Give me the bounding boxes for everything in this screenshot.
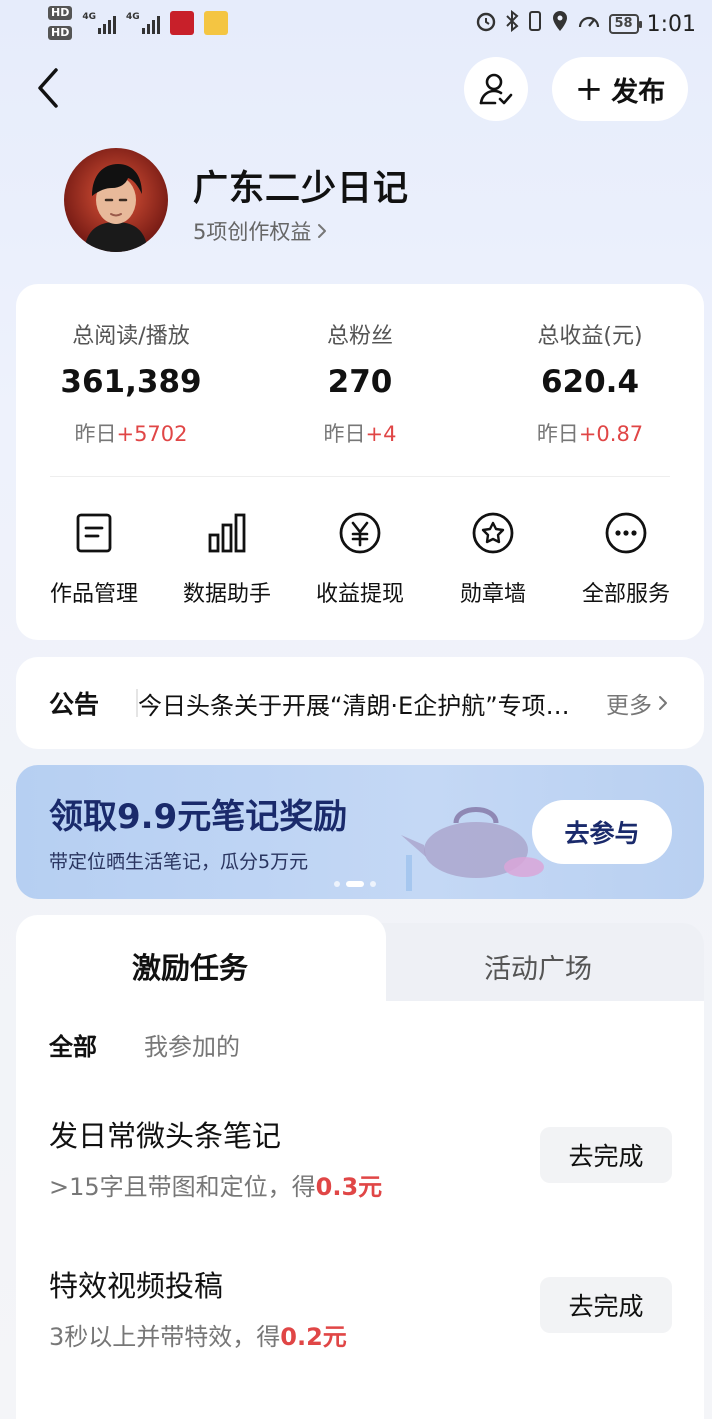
carousel-indicator — [334, 881, 376, 887]
speed-icon — [577, 10, 601, 38]
bar-chart-icon — [161, 510, 293, 556]
join-button[interactable]: 去参与 — [532, 800, 672, 864]
app-notification-icon-2 — [203, 11, 228, 35]
chevron-left-icon — [38, 68, 58, 108]
divider — [50, 476, 670, 477]
stat-delta: 昨日+4 — [250, 418, 470, 448]
creator-rights-label: 5项创作权益 — [193, 220, 312, 244]
announcement-bar[interactable]: 公告 今日头条关于开展“清朗·E企护航”专项行动的公告 更多 — [16, 657, 704, 749]
announcement-tag: 公告 — [49, 690, 100, 719]
stat-value: 270 — [327, 364, 393, 400]
status-bar: HD HD 4G 4G 58 1:01 — [0, 0, 712, 50]
yuan-icon — [294, 510, 426, 556]
banner-subtitle: 带定位晒生活笔记，瓜分5万元 — [49, 851, 309, 873]
app-notification-icon — [169, 11, 194, 35]
status-right: 58 1:01 — [475, 9, 696, 38]
task-desc: >15字且带图和定位，得0.3元 — [49, 1167, 382, 1202]
status-left: HD HD 4G 4G — [48, 6, 228, 40]
more-label: 更多 — [606, 693, 652, 719]
back-button[interactable] — [30, 64, 70, 112]
user-check-icon — [479, 73, 513, 105]
battery-icon: 58 — [608, 14, 642, 34]
publish-button[interactable]: + 发布 — [552, 57, 688, 121]
carousel-dot-active — [346, 881, 364, 887]
promo-banner[interactable]: 领取9.9元笔记奖励 带定位晒生活笔记，瓜分5万元 去参与 — [16, 765, 704, 899]
hd-badge-2: HD — [48, 26, 73, 40]
stat-total-reads[interactable]: 总阅读/播放 361,389 昨日+5702 — [21, 318, 241, 448]
task-reward: 0.3元 — [315, 1173, 383, 1201]
delta-value: +5702 — [116, 422, 188, 446]
task-desc-text: 3秒以上并带特效，得 — [49, 1323, 281, 1351]
stat-label: 总阅读/播放 — [72, 324, 190, 349]
bluetooth-icon — [505, 9, 519, 38]
complete-task-button[interactable]: 去完成 — [540, 1277, 672, 1333]
tasks-section: 激励任务 活动广场 全部 我参加的 发日常微头条笔记 >15字且带图和定位，得0… — [16, 915, 704, 1419]
service-works-management[interactable]: 作品管理 — [28, 510, 160, 608]
badge-icon — [427, 510, 559, 556]
service-label: 作品管理 — [49, 582, 138, 607]
delta-value: +0.87 — [578, 422, 644, 446]
tab-label-incentive[interactable]: 激励任务 — [132, 945, 248, 987]
announcement-text[interactable]: 今日头条关于开展“清朗·E企护航”专项行动的公告 — [138, 686, 578, 721]
banner-title: 领取9.9元笔记奖励 — [49, 797, 348, 837]
delta-value: +4 — [365, 422, 397, 446]
alarm-icon — [475, 10, 497, 38]
stats-card: 总阅读/播放 361,389 昨日+5702 总粉丝 270 昨日+4 总收益(… — [16, 284, 704, 640]
service-label: 数据助手 — [182, 582, 271, 607]
stat-total-fans[interactable]: 总粉丝 270 昨日+4 — [250, 318, 470, 448]
hd-badge-1: HD — [48, 6, 73, 20]
service-all-services[interactable]: 全部服务 — [560, 510, 692, 608]
signal-1-icon: 4G — [82, 12, 116, 34]
creator-rights-link[interactable]: 5项创作权益 — [193, 216, 327, 246]
stat-delta: 昨日+0.87 — [480, 418, 700, 448]
stat-delta: 昨日+5702 — [21, 418, 241, 448]
service-label: 全部服务 — [581, 582, 670, 607]
delta-prefix: 昨日 — [536, 422, 579, 446]
carousel-dot — [370, 881, 376, 887]
more-icon — [560, 510, 692, 556]
service-badge-wall[interactable]: 勋章墙 — [427, 510, 559, 608]
service-label: 收益提现 — [315, 582, 404, 607]
stat-value: 361,389 — [60, 364, 202, 400]
chevron-right-icon — [659, 696, 667, 710]
task-desc: 3秒以上并带特效，得0.2元 — [49, 1317, 347, 1352]
carousel-dot — [334, 881, 340, 887]
location-icon — [551, 10, 569, 38]
stat-label: 总收益(元) — [537, 324, 643, 349]
filter-all[interactable]: 全部 — [49, 1027, 97, 1062]
plus-icon: + — [574, 69, 604, 109]
user-switch-button[interactable] — [464, 57, 528, 121]
service-data-assistant[interactable]: 数据助手 — [161, 510, 293, 608]
avatar-image — [64, 148, 168, 252]
task-desc-text: >15字且带图和定位，得 — [49, 1173, 316, 1201]
avatar[interactable] — [64, 148, 168, 252]
complete-task-button[interactable]: 去完成 — [540, 1127, 672, 1183]
announcement-more-link[interactable]: 更多 — [606, 686, 668, 720]
stat-total-income[interactable]: 总收益(元) 620.4 昨日+0.87 — [480, 318, 700, 448]
service-income-withdraw[interactable]: 收益提现 — [294, 510, 426, 608]
tasks-body — [16, 1001, 704, 1419]
vibrate-icon — [527, 10, 543, 38]
signal-2-icon: 4G — [126, 12, 160, 34]
service-label: 勋章墙 — [459, 582, 526, 607]
clock: 1:01 — [646, 11, 696, 37]
task-title: 特效视频投稿 — [49, 1269, 224, 1303]
tab-label-activity[interactable]: 活动广场 — [484, 947, 592, 986]
hd-indicators: HD HD — [48, 6, 73, 40]
stat-value: 620.4 — [540, 364, 640, 400]
task-title: 发日常微头条笔记 — [49, 1119, 282, 1153]
task-reward: 0.2元 — [280, 1323, 347, 1351]
delta-prefix: 昨日 — [323, 422, 366, 446]
publish-label: 发布 — [611, 76, 666, 108]
chevron-right-icon — [318, 224, 327, 238]
stat-label: 总粉丝 — [326, 324, 393, 349]
document-icon — [28, 510, 160, 556]
filter-joined[interactable]: 我参加的 — [144, 1027, 240, 1062]
delta-prefix: 昨日 — [74, 422, 117, 446]
username: 广东二少日记 — [193, 169, 410, 209]
